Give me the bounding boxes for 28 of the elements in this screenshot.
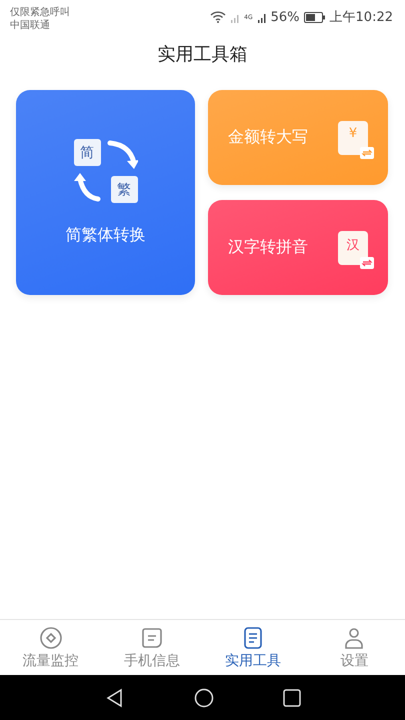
back-icon[interactable] xyxy=(104,688,124,708)
card-label: 金额转大写 xyxy=(228,127,308,148)
nav-tab[interactable]: 实用工具 xyxy=(202,620,304,675)
traditional-char-tile: 繁 xyxy=(110,176,138,203)
battery-percent: 56% xyxy=(270,10,300,24)
cycle-arrows-icon xyxy=(74,139,138,203)
swap-icon xyxy=(360,146,374,158)
nav-tab[interactable]: 流量监控 xyxy=(0,620,102,675)
message-icon xyxy=(140,626,164,650)
swap-icon xyxy=(360,256,374,268)
nav-tab[interactable]: 设置 xyxy=(304,620,405,675)
recent-apps-icon[interactable] xyxy=(282,688,300,706)
carrier-text: 仅限紧急呼叫 xyxy=(10,6,70,19)
tool-card[interactable]: 金额转大写 ¥ xyxy=(208,90,388,185)
battery-icon xyxy=(304,12,326,22)
home-icon[interactable] xyxy=(194,688,214,708)
carrier-text: 中国联通 xyxy=(10,19,51,32)
page-title: 实用工具箱 xyxy=(156,43,248,67)
tool-card[interactable]: 简 繁 简繁体转换 xyxy=(16,90,195,295)
nav-tab[interactable]: 手机信息 xyxy=(101,620,202,675)
simplified-char-tile: 简 xyxy=(74,139,100,166)
clock-time: 上午10:22 xyxy=(330,9,393,26)
signal-icon xyxy=(256,11,267,23)
wifi-icon xyxy=(210,11,226,23)
card-label: 简繁体转换 xyxy=(66,225,146,246)
tool-card[interactable]: 汉字转拼音 汉 xyxy=(208,200,388,295)
card-label: 汉字转拼音 xyxy=(228,237,308,258)
diamond-circle-icon xyxy=(38,626,63,650)
